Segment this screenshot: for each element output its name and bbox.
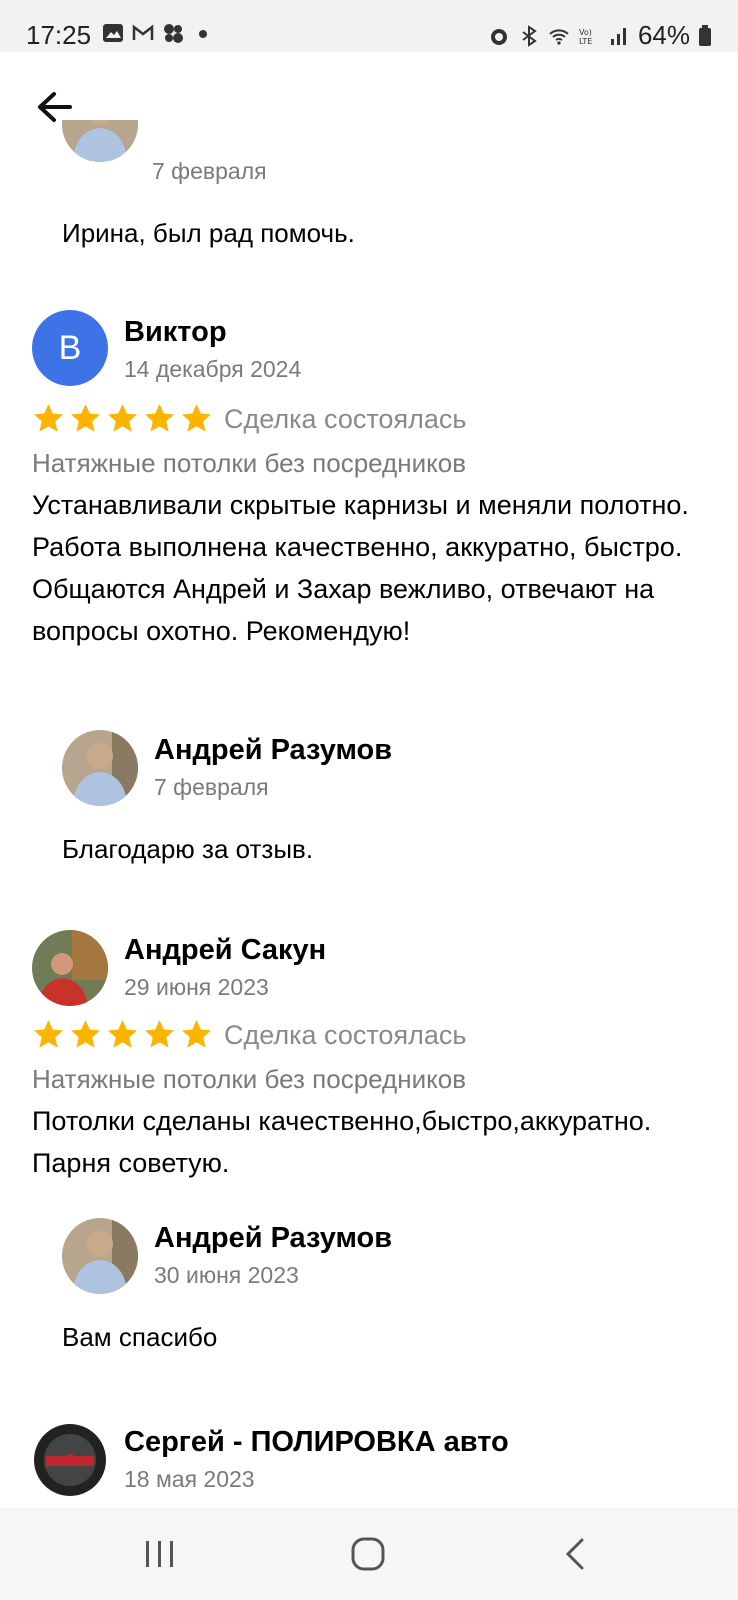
reply-author[interactable]: Андрей Разумов (154, 734, 392, 767)
rating-stars (32, 402, 213, 435)
reply-date: 30 июня 2023 (154, 1262, 299, 1288)
review-author[interactable]: Андрей Сакун (124, 934, 326, 967)
status-bar: 17:25 Vo) LTE 64% (0, 0, 738, 52)
reply-text: Ирина, был рад помочь. (62, 218, 355, 248)
star-icon (145, 404, 174, 432)
avatar (62, 1218, 138, 1294)
volte-icon: Vo)LTE (579, 28, 592, 46)
star-icon (108, 1020, 137, 1048)
star-icon (34, 404, 63, 432)
navigation-bar (0, 1508, 738, 1600)
back-chevron-icon (565, 1538, 584, 1570)
star-icon (145, 1020, 174, 1048)
reply-author[interactable]: Андрей Разумов (154, 1222, 392, 1255)
review-author[interactable]: Виктор (124, 316, 227, 349)
status-time: 17:25 (26, 20, 92, 50)
battery-icon (699, 24, 711, 46)
star-icon (71, 1020, 100, 1048)
recent-apps-button[interactable] (130, 1528, 190, 1580)
reply-text: Благодарю за отзыв. (62, 834, 314, 864)
star-icon (182, 404, 211, 432)
apps-icon (164, 24, 183, 43)
review-date: 18 мая 2023 (124, 1466, 255, 1492)
star-icon (71, 404, 100, 432)
avatar (32, 930, 108, 1006)
avatar (62, 120, 138, 162)
company-name: Натяжные потолки без посредников (32, 1064, 467, 1094)
svg-text:LTE: LTE (579, 37, 592, 46)
star-icon (182, 1020, 211, 1048)
wifi-icon (549, 28, 569, 45)
bluetooth-icon (522, 24, 537, 47)
recent-apps-icon (146, 1541, 173, 1567)
gallery-icon (103, 24, 123, 42)
reviews-list[interactable]: 7 февраля Ирина, был рад помочь. В Викто… (0, 120, 738, 1508)
review-text: Потолки сделаны качественно,быстро,аккур… (32, 1106, 652, 1178)
alarm-icon (490, 28, 507, 45)
review-text: Устанавливали скрытые карнизы и меняли п… (32, 490, 689, 646)
review-author[interactable]: Сергей - ПОЛИРОВКА авто (124, 1426, 509, 1459)
rating-stars (32, 1018, 213, 1051)
home-button[interactable] (338, 1528, 398, 1580)
dot-icon (199, 30, 207, 38)
avatar (32, 1422, 108, 1498)
avatar (62, 730, 138, 806)
signal-icon (610, 27, 626, 45)
home-icon (351, 1537, 385, 1571)
review-date: 29 июня 2023 (124, 974, 269, 1000)
deal-status: Сделка состоялась (224, 1020, 467, 1050)
reply-date: 7 февраля (154, 774, 269, 800)
battery-percent: 64% (637, 20, 690, 50)
reply-text: Вам спасибо (62, 1322, 218, 1352)
star-icon (34, 1020, 63, 1048)
avatar-letter: В (58, 328, 82, 367)
star-icon (108, 404, 137, 432)
nav-back-button[interactable] (546, 1528, 606, 1580)
reply-date: 7 февраля (152, 158, 267, 184)
svg-text:Vo): Vo) (579, 28, 592, 37)
avatar: В (32, 310, 108, 386)
deal-status: Сделка состоялась (224, 404, 467, 434)
gmail-icon (132, 24, 154, 40)
company-name: Натяжные потолки без посредников (32, 448, 467, 478)
review-date: 14 декабря 2024 (124, 356, 302, 382)
